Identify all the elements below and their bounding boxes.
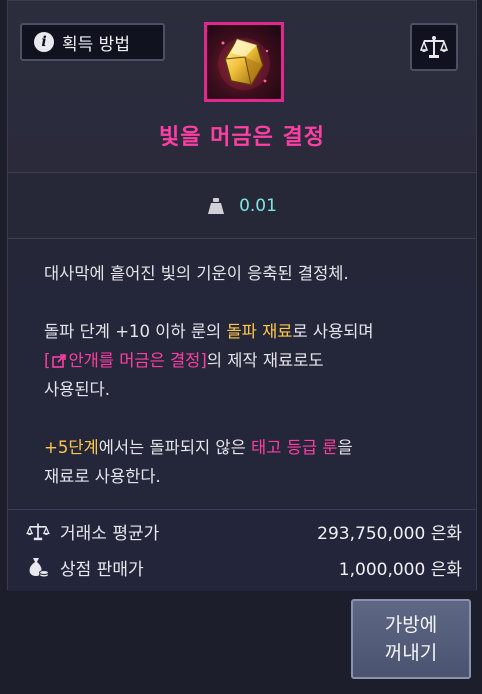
item-tooltip-panel: i 획득 방법 빛을 머금은 결정 0.01 대사막에 흩어진 빛의 기운이 응… [7,0,477,591]
item-name: 빛을 머금은 결정 [159,125,325,150]
info-icon: i [34,32,54,52]
description-text: 의 제작 재료로도 [206,351,324,370]
description-text: 대사막에 흩어진 빛의 기운이 응축된 결정체. [44,264,349,283]
highlight-stage: +5단계 [44,438,99,457]
weight-row: 0.01 [8,173,476,239]
external-link-icon [52,354,67,368]
description-text: 돌파 단계 +10 이하 룬의 [44,322,227,341]
description-text: 로 사용되며 [292,322,374,341]
highlight-primal-rune: 태고 등급 룬 [251,438,338,457]
item-description: 대사막에 흩어진 빛의 기운이 응축된 결정체. 돌파 단계 +10 이하 룬의… [44,259,464,491]
highlight-breakthrough-material: 돌파 재료 [226,322,293,341]
take-out-label-line2: 꺼내기 [384,642,438,664]
acquisition-method-label: 획득 방법 [62,34,130,55]
link-label: 안개를 머금은 결정 [68,351,201,370]
description-text: 사용된다. [44,380,110,399]
weight-icon [208,197,225,214]
scale-icon [420,36,448,58]
market-price-row: 거래소 평균가 293,750,000 은화 [8,514,476,548]
take-out-to-bag-button[interactable]: 가방에 꺼내기 [351,599,471,679]
weight-value: 0.01 [239,195,277,216]
shop-price-value: 1,000,000 은화 [338,559,462,580]
item-header: i 획득 방법 빛을 머금은 결정 [8,1,476,173]
misty-crystal-link[interactable]: [안개를 머금은 결정] [44,351,207,370]
market-price-value: 293,750,000 은화 [317,523,462,544]
description-paragraph-2: 돌파 단계 +10 이하 룬의 돌파 재료로 사용되며 [안개를 머금은 결정]… [44,317,464,404]
shop-price-label: 상점 판매가 [60,559,144,580]
description-text: 재료로 사용한다. [44,467,161,486]
link-bracket-open: [ [44,351,51,370]
description-text: 을 [337,438,353,457]
crystal-item-icon [204,22,284,102]
compare-scale-button[interactable] [410,23,458,71]
take-out-label-line1: 가방에 [384,614,438,636]
scale-icon [26,523,50,541]
shop-price-row: 상점 판매가 1,000,000 은화 [8,550,476,584]
description-paragraph-3: +5단계에서는 돌파되지 않은 태고 등급 룬을 재료로 사용한다. [44,433,464,491]
description-paragraph-1: 대사막에 흩어진 빛의 기운이 응축된 결정체. [44,259,464,288]
description-text: 에서는 돌파되지 않은 [98,438,252,457]
market-price-label: 거래소 평균가 [60,523,160,544]
coin-bag-icon [29,558,49,578]
price-section: 거래소 평균가 293,750,000 은화 상점 판매가 1,000,000 … [8,509,476,591]
acquisition-method-button[interactable]: i 획득 방법 [20,23,165,61]
